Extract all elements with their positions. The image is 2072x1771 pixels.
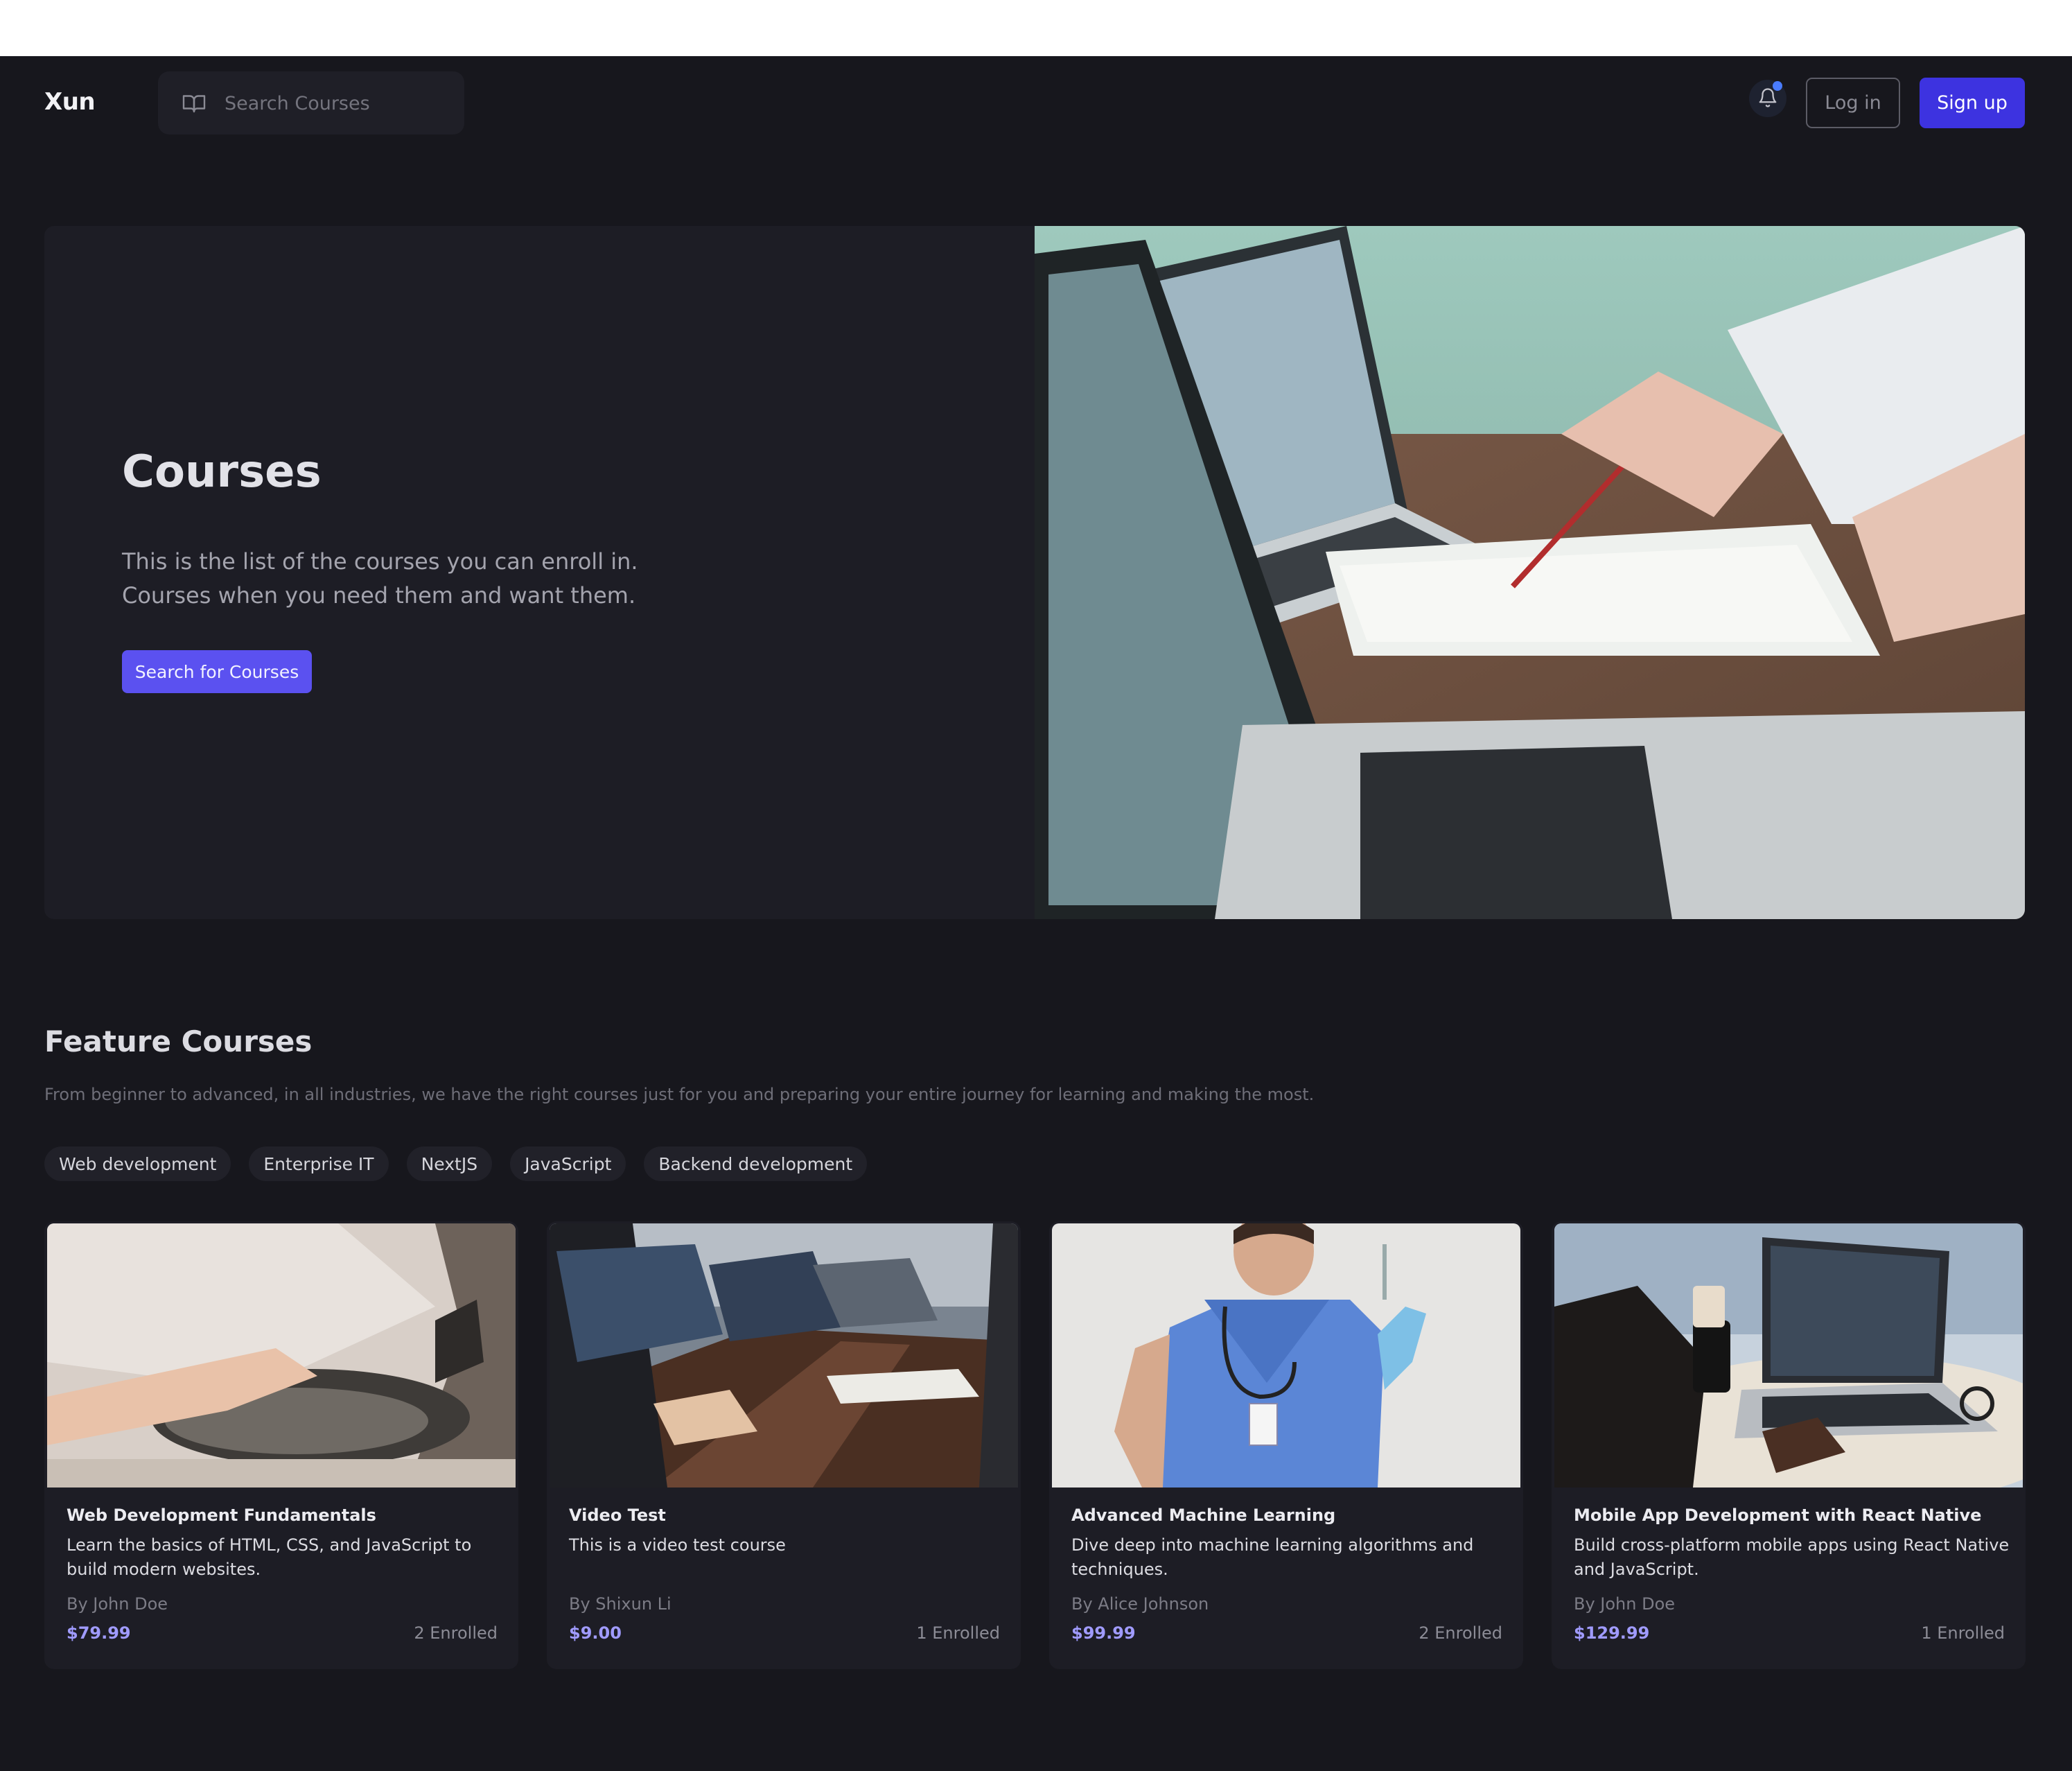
course-description: This is a video test course [569,1535,786,1555]
course-price: $129.99 [1574,1623,1650,1643]
course-grid: Web Development Fundamentals Learn the b… [44,1221,2026,1669]
hero-description: This is the list of the courses you can … [122,545,649,613]
search-input[interactable] [225,85,453,121]
search-courses-button[interactable]: Search for Courses [122,650,312,693]
course-price: $99.99 [1071,1623,1136,1643]
course-title: Advanced Machine Learning [1071,1506,1336,1525]
course-description: Learn the basics of HTML, CSS, and JavaS… [67,1535,472,1579]
signup-button[interactable]: Sign up [1920,78,2025,128]
course-price: $79.99 [67,1623,131,1643]
course-thumbnail [1052,1223,1520,1488]
course-title: Web Development Fundamentals [67,1506,376,1525]
logo[interactable]: Xun [44,88,96,116]
hero-description-line: Courses when you need them and want them… [122,582,636,609]
top-blank-strip [0,0,2072,56]
course-price: $9.00 [569,1623,622,1643]
notifications-button[interactable] [1749,80,1786,117]
course-thumbnail [1554,1223,2023,1488]
course-author: By John Doe [67,1594,168,1614]
hero-description-line: This is the list of the courses you can … [122,548,638,575]
notification-dot [1773,81,1782,91]
course-card[interactable]: Mobile App Development with React Native… [1552,1221,2026,1669]
category-chip[interactable]: JavaScript [510,1146,626,1181]
course-card[interactable]: Advanced Machine Learning Dive deep into… [1049,1221,1523,1669]
category-chip[interactable]: Web development [44,1146,231,1181]
course-card[interactable]: Video Test This is a video test course B… [547,1221,1021,1669]
course-title: Video Test [569,1506,666,1525]
search-bar[interactable] [158,71,464,134]
category-chips: Web development Enterprise IT NextJS Jav… [44,1146,868,1181]
course-enrolled-count: 2 Enrolled [414,1623,498,1643]
course-author: By Alice Johnson [1071,1594,1209,1614]
course-title: Mobile App Development with React Native [1574,1506,1982,1525]
course-thumbnail [550,1223,1018,1488]
section-title: Feature Courses [44,1024,313,1058]
login-button[interactable]: Log in [1806,78,1900,128]
hero-banner: Courses This is the list of the courses … [44,226,2025,919]
category-chip[interactable]: NextJS [406,1146,493,1181]
category-chip[interactable]: Enterprise IT [249,1146,389,1181]
course-author: By John Doe [1574,1594,1676,1614]
course-author: By Shixun Li [569,1594,671,1614]
course-card[interactable]: Web Development Fundamentals Learn the b… [44,1221,518,1669]
course-description: Dive deep into machine learning algorith… [1071,1535,1474,1579]
course-enrolled-count: 1 Enrolled [1921,1623,2005,1643]
course-enrolled-count: 2 Enrolled [1419,1623,1502,1643]
navbar: Xun Log in Sign up [0,56,2072,150]
hero-title: Courses [122,446,322,498]
category-chip[interactable]: Backend development [644,1146,868,1181]
book-open-icon [182,95,206,113]
course-enrolled-count: 1 Enrolled [916,1623,1000,1643]
section-subtitle: From beginner to advanced, in all indust… [44,1085,1315,1104]
course-description: Build cross-platform mobile apps using R… [1574,1535,2010,1579]
course-thumbnail [47,1223,516,1488]
hero-image [1035,226,2025,919]
